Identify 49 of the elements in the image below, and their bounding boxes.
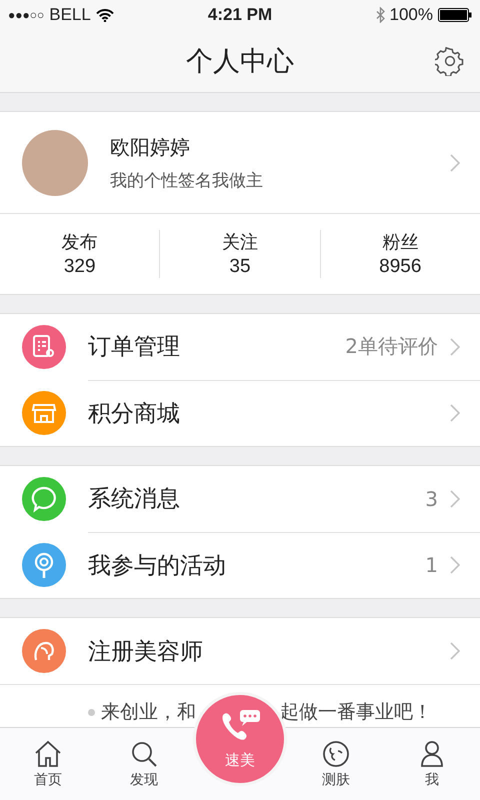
carrier-name: BELL xyxy=(49,5,91,25)
wifi-icon xyxy=(96,8,114,22)
menu-detail: 3 xyxy=(425,486,438,510)
menu-detail: 1 xyxy=(425,553,438,577)
search-icon xyxy=(130,740,158,768)
bullet-dot xyxy=(88,708,95,716)
stat-value: 329 xyxy=(64,256,96,278)
page-title: 个人中心 xyxy=(186,45,294,79)
battery-icon xyxy=(438,8,472,22)
stat-label: 关注 xyxy=(222,231,258,254)
menu-detail: 2单待评价 xyxy=(345,333,438,360)
menu-label: 我参与的活动 xyxy=(88,552,227,580)
speech-bubble-icon xyxy=(30,485,58,513)
tab-item[interactable]: 我 xyxy=(384,728,480,800)
clock-time: 4:21 PM xyxy=(208,5,272,25)
menu-item[interactable]: 订单管理 2单待评价 xyxy=(0,314,480,380)
tab-item[interactable]: 测肤 xyxy=(288,728,384,800)
tab-item[interactable]: 首页 xyxy=(0,728,96,800)
chevron-icon xyxy=(450,490,460,508)
menu-item[interactable]: 我参与的活动 1 xyxy=(0,532,480,598)
face-icon xyxy=(322,740,350,768)
user-name: 欧阳婷婷 xyxy=(110,134,191,160)
chevron-icon xyxy=(450,642,460,660)
stat-value: 8956 xyxy=(379,256,422,278)
signal-strength: ●●●○○ xyxy=(8,8,44,22)
menu-item[interactable]: 积分商城 xyxy=(0,380,480,446)
menu-label: 注册美容师 xyxy=(88,638,204,666)
user-signature: 我的个性签名我做主 xyxy=(110,170,264,192)
person-icon xyxy=(419,740,445,768)
stat-value: 35 xyxy=(229,256,251,278)
profile-row[interactable]: 欧阳婷婷 我的个性签名我做主 xyxy=(0,112,480,214)
stat-label: 粉丝 xyxy=(382,231,418,254)
chevron-icon xyxy=(450,404,460,422)
chevron-icon xyxy=(450,556,460,574)
menu-label: 订单管理 xyxy=(88,333,181,362)
menu-item[interactable]: 系统消息 3 xyxy=(0,466,480,532)
bluetooth-icon xyxy=(376,7,385,23)
tab-item[interactable]: 发现 xyxy=(96,728,192,800)
battery-percent: 100% xyxy=(390,5,433,25)
settings-icon[interactable] xyxy=(435,46,465,76)
menu-label: 积分商城 xyxy=(88,400,181,428)
document-gear-icon xyxy=(31,334,57,360)
chevron-icon xyxy=(450,154,460,172)
chevron-icon xyxy=(450,338,460,356)
menu-label: 系统消息 xyxy=(88,485,181,514)
home-icon xyxy=(33,740,63,768)
promo-text: 来创业，和 xyxy=(101,700,196,725)
menu-item[interactable]: 注册美容师 xyxy=(0,618,480,684)
stat-label: 发布 xyxy=(62,231,98,254)
